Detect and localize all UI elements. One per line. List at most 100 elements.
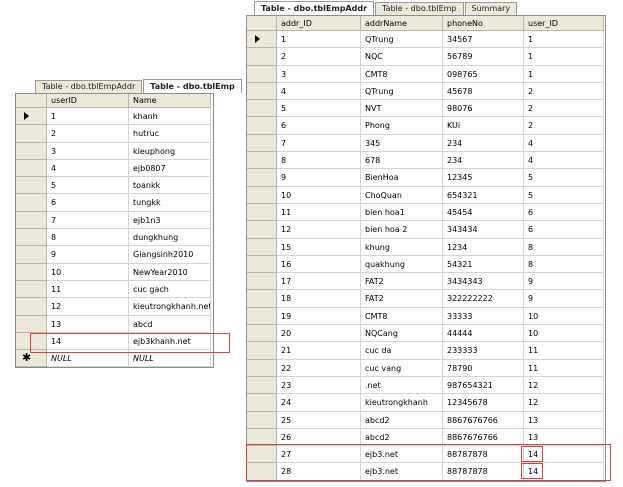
table-cell[interactable]: 2 bbox=[277, 48, 361, 66]
table-row[interactable]: 8 678 234 4 bbox=[247, 152, 605, 170]
table-cell[interactable]: toankk bbox=[129, 177, 211, 195]
row-selector[interactable] bbox=[247, 65, 277, 83]
table-row[interactable]: 14 ejb3khanh.net bbox=[16, 332, 213, 351]
table-row[interactable]: 11 cuc gach bbox=[16, 280, 213, 299]
null-cell[interactable]: NULL bbox=[129, 350, 211, 368]
row-selector[interactable] bbox=[247, 411, 277, 429]
table-cell[interactable]: 12 bbox=[524, 394, 604, 412]
row-selector[interactable] bbox=[16, 142, 47, 160]
row-selector[interactable] bbox=[247, 428, 277, 447]
table-cell[interactable]: 1234 bbox=[443, 238, 524, 256]
table-cell[interactable]: 5 bbox=[524, 169, 604, 187]
null-cell[interactable]: NULL bbox=[47, 350, 129, 368]
row-selector[interactable] bbox=[247, 394, 277, 412]
row-selector[interactable] bbox=[247, 48, 277, 66]
table-cell[interactable]: 233333 bbox=[443, 342, 524, 360]
table-cell[interactable]: 345 bbox=[361, 134, 443, 153]
table-cell[interactable]: 12345678 bbox=[443, 394, 524, 412]
table-cell[interactable]: tungkk bbox=[129, 194, 211, 212]
table-cell[interactable]: 8867676766 bbox=[443, 411, 524, 429]
row-selector[interactable] bbox=[16, 298, 47, 316]
table-cell[interactable]: 6 bbox=[277, 117, 361, 135]
table-row[interactable]: 20 NQCang 44444 10 bbox=[247, 325, 605, 343]
row-selector[interactable] bbox=[16, 246, 47, 264]
table-cell[interactable]: abcd2 bbox=[361, 428, 443, 447]
table-cell[interactable]: ejb3.net bbox=[361, 446, 443, 464]
table-row[interactable]: 2 NQC 56789 1 bbox=[247, 48, 605, 66]
table-cell[interactable]: 11 bbox=[47, 280, 129, 299]
table-cell[interactable]: 78790 bbox=[443, 359, 524, 377]
table-cell[interactable]: Phong bbox=[361, 117, 443, 135]
table-cell[interactable]: 2 bbox=[524, 100, 604, 118]
table-cell[interactable]: 19 bbox=[277, 307, 361, 326]
table-cell[interactable]: 10 bbox=[524, 307, 604, 326]
table-row[interactable]: 16 quakhung 54321 8 bbox=[247, 255, 605, 274]
table-cell[interactable]: 26 bbox=[277, 428, 361, 447]
header-corner[interactable] bbox=[247, 16, 277, 31]
table-cell[interactable]: 9 bbox=[524, 273, 604, 291]
table-row[interactable]: 4 ejb0807 bbox=[16, 159, 213, 178]
row-selector[interactable] bbox=[16, 194, 47, 212]
table-row[interactable]: 3 kieuphong bbox=[16, 142, 213, 160]
table-row[interactable]: 27 ejb3.net 88787878 14 bbox=[247, 446, 605, 464]
table-cell[interactable]: cuc gach bbox=[129, 280, 211, 299]
table-cell[interactable]: KUi bbox=[443, 117, 524, 135]
table-cell[interactable]: 8 bbox=[524, 238, 604, 256]
table-cell[interactable]: 8 bbox=[277, 152, 361, 170]
table-cell[interactable]: cuc vang bbox=[361, 359, 443, 377]
column-header[interactable]: phoneNo bbox=[443, 16, 524, 31]
tab-tblemp[interactable]: Table - dbo.tblEmp bbox=[375, 2, 464, 15]
table-cell[interactable]: 22 bbox=[277, 359, 361, 377]
table-cell[interactable]: khung bbox=[361, 238, 443, 256]
table-cell[interactable]: 24 bbox=[277, 394, 361, 412]
row-selector[interactable] bbox=[16, 315, 47, 333]
row-selector[interactable] bbox=[16, 211, 47, 230]
table-cell[interactable]: 322222222 bbox=[443, 290, 524, 308]
table-cell[interactable]: 56789 bbox=[443, 48, 524, 66]
table-cell[interactable]: 25 bbox=[277, 411, 361, 429]
table-cell[interactable]: 3 bbox=[277, 65, 361, 83]
row-selector[interactable]: ✱ bbox=[16, 350, 47, 368]
row-selector[interactable] bbox=[247, 307, 277, 326]
table-row[interactable]: 22 cuc vang 78790 11 bbox=[247, 359, 605, 377]
table-row[interactable]: 5 NVT 98076 2 bbox=[247, 100, 605, 118]
table-cell[interactable]: 2 bbox=[524, 82, 604, 101]
table-cell[interactable]: 234 bbox=[443, 134, 524, 153]
new-row[interactable]: ✱ NULL NULL bbox=[16, 350, 213, 368]
row-selector[interactable] bbox=[16, 332, 47, 351]
table-cell[interactable]: 1 bbox=[277, 31, 361, 49]
table-row[interactable]: 26 abcd2 8867676766 13 bbox=[247, 428, 605, 447]
table-cell[interactable]: ejb1n3 bbox=[129, 211, 211, 230]
table-cell[interactable]: kieuphong bbox=[129, 142, 211, 160]
row-selector[interactable] bbox=[247, 169, 277, 187]
table-cell[interactable]: 12 bbox=[47, 298, 129, 316]
table-cell[interactable]: 8 bbox=[47, 229, 129, 247]
tab-summary[interactable]: Summary bbox=[464, 2, 518, 15]
table-row[interactable]: 12 bien hoa 2 343434 6 bbox=[247, 221, 605, 239]
table-cell[interactable]: ChoQuan bbox=[361, 186, 443, 204]
row-selector[interactable] bbox=[247, 186, 277, 204]
table-row[interactable]: 7 ejb1n3 bbox=[16, 211, 213, 230]
table-cell[interactable]: 17 bbox=[277, 273, 361, 291]
table-row[interactable]: 17 FAT2 3434343 9 bbox=[247, 273, 605, 291]
table-cell[interactable]: 5 bbox=[47, 177, 129, 195]
table-cell[interactable]: 44444 bbox=[443, 325, 524, 343]
table-row[interactable]: 19 CMT8 33333 10 bbox=[247, 307, 605, 326]
table-cell[interactable]: Giangsinh2010 bbox=[129, 246, 211, 264]
right-data-grid[interactable]: addr_ID addrName phoneNo user_ID 1 QTrung 3456… bbox=[246, 15, 606, 482]
row-selector[interactable] bbox=[247, 100, 277, 118]
table-cell[interactable]: 11 bbox=[524, 342, 604, 360]
table-cell[interactable]: 12345 bbox=[443, 169, 524, 187]
table-row[interactable]: 5 toankk bbox=[16, 177, 213, 195]
table-cell[interactable]: 3434343 bbox=[443, 273, 524, 291]
table-row[interactable]: 6 tungkk bbox=[16, 194, 213, 212]
table-cell[interactable]: 20 bbox=[277, 325, 361, 343]
table-row[interactable]: 6 Phong KUi 2 bbox=[247, 117, 605, 135]
table-cell[interactable]: 98076 bbox=[443, 100, 524, 118]
table-row[interactable]: 7 345 234 4 bbox=[247, 134, 605, 153]
row-selector[interactable] bbox=[247, 152, 277, 170]
table-cell[interactable]: QTrung bbox=[361, 82, 443, 101]
table-cell[interactable]: khanh bbox=[129, 108, 211, 126]
table-cell[interactable]: CMT8 bbox=[361, 307, 443, 326]
row-selector[interactable] bbox=[247, 203, 277, 222]
